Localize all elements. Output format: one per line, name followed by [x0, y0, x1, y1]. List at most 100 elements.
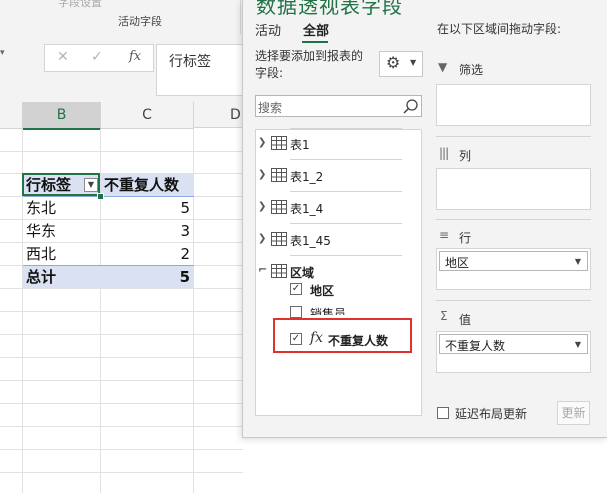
insert-function-icon[interactable]: fx [129, 49, 141, 64]
field-search-input[interactable]: 搜索 [255, 95, 422, 117]
columns-drop-zone[interactable] [436, 168, 591, 210]
rows-field-name: 地区 [445, 256, 470, 270]
chevron-right-icon[interactable]: ❯ [258, 201, 266, 212]
field-table-item-expanded[interactable]: ⌐ 区域 [258, 261, 398, 283]
chevron-right-icon[interactable]: ❯ [258, 233, 266, 244]
tools-button[interactable]: ⚙ ▼ [379, 51, 423, 77]
search-icon[interactable] [402, 98, 419, 115]
list-separator [290, 191, 402, 192]
pivot-row-value[interactable]: 5 [104, 197, 190, 219]
formula-buttons: ✕ ✓ fx [44, 44, 154, 72]
pivot-total-value[interactable]: 5 [104, 266, 190, 288]
field-label[interactable]: 地区 [310, 282, 334, 299]
search-placeholder: 搜索 [258, 101, 283, 115]
table-icon [271, 136, 287, 150]
field-table-item[interactable]: ❯ 表1 [258, 133, 398, 155]
area-divider [436, 219, 591, 220]
chevron-right-icon[interactable]: ❯ [258, 137, 266, 148]
column-header-d[interactable]: D [194, 102, 244, 128]
field-checkbox-region[interactable]: ✓ [290, 283, 302, 295]
chevron-right-icon[interactable]: ❯ [258, 169, 266, 180]
gridline [0, 288, 243, 289]
field-checkbox-salesperson[interactable] [290, 306, 302, 318]
filter-icon: ▼ [438, 60, 448, 74]
columns-area-label: 列 [459, 149, 472, 163]
gear-icon: ⚙ [386, 53, 401, 72]
tab-active[interactable]: 活动 [255, 20, 281, 39]
pivot-row-label[interactable]: 华东 [26, 220, 56, 242]
formula-value: 行标签 [169, 54, 211, 70]
active-cell-border [22, 173, 100, 196]
gridline [0, 334, 243, 335]
pane-title: 数据透视表字段 [256, 0, 403, 18]
gridline [0, 151, 243, 152]
row-header-corner[interactable] [0, 102, 23, 129]
gridline [0, 426, 243, 427]
gridline [0, 357, 243, 358]
rows-drop-zone[interactable]: 地区 ▼ [436, 248, 591, 290]
update-button[interactable]: 更新 [557, 401, 590, 425]
table-name: 表1_4 [290, 202, 324, 216]
chevron-down-icon: ▼ [410, 58, 417, 67]
chevron-down-icon[interactable]: ▼ [575, 340, 581, 349]
pivot-row-value[interactable]: 2 [104, 243, 190, 265]
values-area-label: 值 [459, 313, 472, 327]
filters-area-label: 筛选 [459, 63, 484, 77]
table-name: 表1 [290, 138, 310, 152]
defer-layout-checkbox[interactable] [437, 407, 449, 419]
values-field-pill[interactable]: 不重复人数 ▼ [439, 334, 588, 354]
table-icon [271, 200, 287, 214]
field-table-item[interactable]: ❯ 表1_4 [258, 197, 398, 219]
field-instruction: 选择要添加到报表的字段: [255, 49, 364, 80]
table-name: 表1_2 [290, 170, 324, 184]
cancel-formula-icon[interactable]: ✕ [57, 49, 69, 65]
pivot-row-value[interactable]: 3 [104, 220, 190, 242]
table-name: 表1_45 [290, 234, 331, 248]
name-box-dropdown-icon[interactable]: ▾ [0, 48, 5, 58]
rows-area-label: 行 [459, 231, 472, 245]
columns-icon: ||| [439, 146, 449, 160]
areas-title: 在以下区域间拖动字段: [437, 22, 562, 36]
values-drop-zone[interactable]: 不重复人数 ▼ [436, 331, 591, 373]
area-divider [436, 300, 591, 301]
tab-all[interactable]: 全部 [303, 20, 329, 39]
values-field-name: 不重复人数 [445, 339, 506, 353]
pivot-row-label[interactable]: 东北 [26, 197, 56, 219]
field-settings-ribbon-button[interactable]: 字段设置 [58, 0, 102, 10]
gridline [0, 380, 243, 381]
field-label[interactable]: 销售员 [310, 305, 346, 315]
sigma-icon: Σ [440, 309, 448, 323]
gridline [0, 311, 243, 312]
pivot-total-label[interactable]: 总计 [26, 266, 56, 288]
pivot-value-header[interactable]: 不重复人数 [104, 174, 179, 196]
defer-layout-label[interactable]: 延迟布局更新 [455, 405, 527, 422]
rows-field-pill[interactable]: 地区 ▼ [439, 251, 588, 271]
highlight-box [273, 318, 412, 353]
column-header-c[interactable]: C [101, 102, 194, 129]
field-table-item[interactable]: ❯ 表1_45 [258, 229, 398, 251]
table-icon [271, 168, 287, 182]
pivot-row-label[interactable]: 西北 [26, 243, 56, 265]
active-tab-indicator [302, 41, 328, 43]
fill-handle[interactable] [97, 193, 104, 200]
table-name: 区域 [290, 266, 315, 280]
rows-icon: ≡ [439, 228, 450, 242]
filters-drop-zone[interactable] [436, 84, 591, 126]
chevron-down-icon[interactable]: ▼ [575, 257, 581, 266]
table-icon [271, 232, 287, 246]
expanded-icon[interactable]: ⌐ [258, 263, 267, 276]
list-separator [290, 128, 402, 129]
enter-formula-icon[interactable]: ✓ [91, 49, 103, 65]
gridline [0, 449, 243, 450]
field-table-item[interactable]: ❯ 表1_2 [258, 165, 398, 187]
formula-input[interactable]: 行标签 [156, 44, 246, 96]
list-separator [290, 255, 402, 256]
list-separator [290, 223, 402, 224]
area-divider [436, 136, 591, 137]
list-separator [290, 159, 402, 160]
table-icon [271, 264, 287, 278]
column-header-b[interactable]: B [23, 102, 101, 130]
active-field-group-label: 活动字段 [118, 15, 162, 28]
gridline [0, 403, 243, 404]
ribbon-divider [240, 0, 241, 34]
